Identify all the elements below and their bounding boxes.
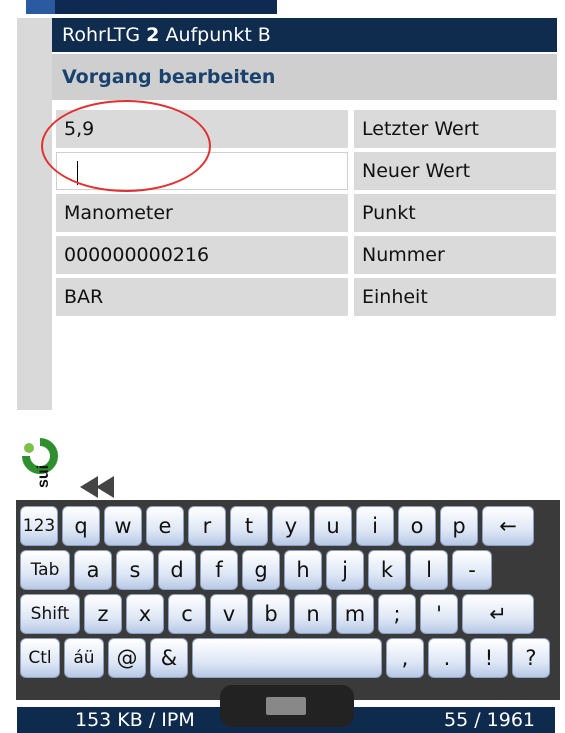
key-n[interactable]: n bbox=[294, 594, 332, 634]
number-label: Nummer bbox=[354, 236, 556, 274]
logo-icon: sui bbox=[22, 438, 58, 488]
key-k[interactable]: k bbox=[368, 550, 406, 590]
svg-text:sui: sui bbox=[35, 465, 52, 488]
top-bar-fragment bbox=[55, 0, 277, 14]
key-at[interactable]: @ bbox=[108, 638, 146, 678]
page-title: Vorgang bearbeiten bbox=[52, 54, 557, 100]
key-v[interactable]: v bbox=[210, 594, 248, 634]
field-row-point: Manometer Punkt bbox=[56, 194, 556, 232]
last-value-label: Letzter Wert bbox=[354, 110, 556, 148]
title-prefix: RohrLTG bbox=[62, 24, 147, 46]
title-bold: 2 bbox=[146, 24, 160, 46]
key-q[interactable]: q bbox=[62, 506, 100, 546]
unit-label: Einheit bbox=[354, 278, 556, 316]
point-label: Punkt bbox=[354, 194, 556, 232]
key-ampersand[interactable]: & bbox=[150, 638, 188, 678]
key-f[interactable]: f bbox=[200, 550, 238, 590]
key-comma[interactable]: , bbox=[386, 638, 424, 678]
key-d[interactable]: d bbox=[158, 550, 196, 590]
key-space[interactable] bbox=[192, 638, 382, 678]
key-tab[interactable]: Tab bbox=[20, 550, 70, 590]
key-a[interactable]: a bbox=[74, 550, 112, 590]
key-i[interactable]: i bbox=[356, 506, 394, 546]
key-ctrl[interactable]: Ctl bbox=[20, 638, 60, 678]
status-counter: 55 / 1961 bbox=[443, 709, 535, 731]
key-backspace[interactable]: ← bbox=[482, 506, 534, 546]
number-value: 000000000216 bbox=[56, 236, 348, 274]
on-screen-keyboard: 123 q w e r t y u i o p ← Tab a s d f g … bbox=[16, 500, 560, 700]
key-question[interactable]: ? bbox=[512, 638, 550, 678]
key-123[interactable]: 123 bbox=[20, 506, 58, 546]
key-accents[interactable]: áü bbox=[64, 638, 104, 678]
key-z[interactable]: z bbox=[84, 594, 122, 634]
key-p[interactable]: p bbox=[440, 506, 478, 546]
top-strip bbox=[0, 0, 565, 18]
key-g[interactable]: g bbox=[242, 550, 280, 590]
key-j[interactable]: j bbox=[326, 550, 364, 590]
key-c[interactable]: c bbox=[168, 594, 206, 634]
key-s[interactable]: s bbox=[116, 550, 154, 590]
keyboard-toggle-button[interactable] bbox=[220, 685, 354, 727]
left-sidebar bbox=[17, 18, 52, 410]
key-x[interactable]: x bbox=[126, 594, 164, 634]
key-period[interactable]: . bbox=[428, 638, 466, 678]
back-arrow-icon[interactable] bbox=[78, 472, 118, 502]
key-o[interactable]: o bbox=[398, 506, 436, 546]
status-memory: 153 KB / IPM bbox=[75, 709, 195, 731]
key-l[interactable]: l bbox=[410, 550, 448, 590]
unit-value: BAR bbox=[56, 278, 348, 316]
key-t[interactable]: t bbox=[230, 506, 268, 546]
key-shift[interactable]: Shift bbox=[20, 594, 80, 634]
new-value-label: Neuer Wert bbox=[354, 152, 556, 190]
key-dash[interactable]: - bbox=[452, 550, 492, 590]
field-row-number: 000000000216 Nummer bbox=[56, 236, 556, 274]
top-decoration bbox=[26, 0, 56, 14]
content-footer bbox=[17, 410, 555, 440]
key-h[interactable]: h bbox=[284, 550, 322, 590]
key-apostrophe[interactable]: ' bbox=[420, 594, 458, 634]
key-u[interactable]: u bbox=[314, 506, 352, 546]
window-title: RohrLTG 2 Aufpunkt B bbox=[52, 18, 557, 52]
point-value: Manometer bbox=[56, 194, 348, 232]
title-suffix: Aufpunkt B bbox=[159, 24, 271, 46]
key-r[interactable]: r bbox=[188, 506, 226, 546]
key-exclamation[interactable]: ! bbox=[470, 638, 508, 678]
key-w[interactable]: w bbox=[104, 506, 142, 546]
key-e[interactable]: e bbox=[146, 506, 184, 546]
key-m[interactable]: m bbox=[336, 594, 374, 634]
key-semicolon[interactable]: ; bbox=[378, 594, 416, 634]
annotation-circle bbox=[41, 100, 211, 192]
keyboard-icon bbox=[266, 697, 306, 715]
field-row-unit: BAR Einheit bbox=[56, 278, 556, 316]
key-y[interactable]: y bbox=[272, 506, 310, 546]
key-enter[interactable]: ↵ bbox=[462, 594, 534, 634]
key-b[interactable]: b bbox=[252, 594, 290, 634]
app-window: RohrLTG 2 Aufpunkt B Vorgang bearbeiten … bbox=[52, 18, 557, 414]
